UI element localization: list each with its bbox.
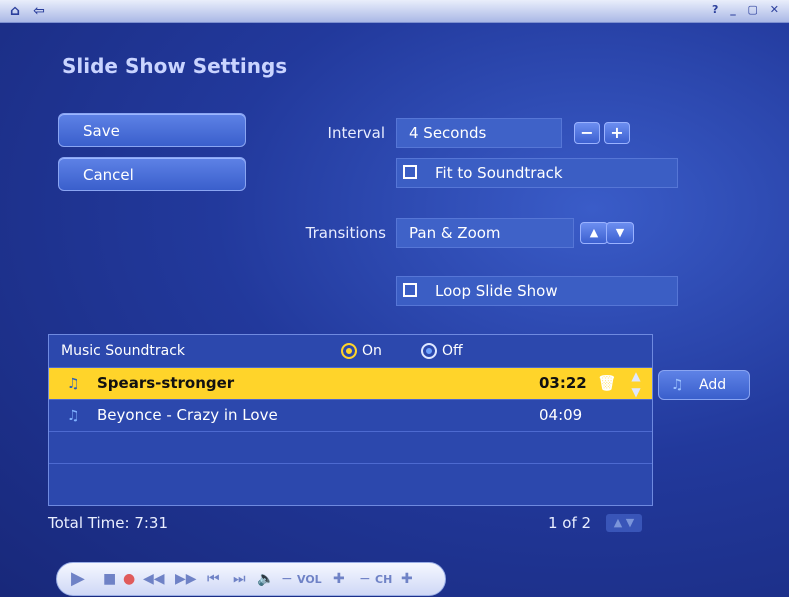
- channel-label: CH: [375, 573, 393, 586]
- music-note-icon: ♫: [671, 377, 684, 393]
- fit-to-soundtrack-checkbox[interactable]: [403, 165, 417, 179]
- home-icon[interactable]: ⌂: [4, 2, 26, 20]
- window-controls[interactable]: ? _ ▢ ✕: [712, 3, 783, 16]
- track-duration: 04:09: [539, 406, 583, 424]
- stop-icon[interactable]: ■: [103, 571, 116, 587]
- page-down-icon[interactable]: ▼: [626, 516, 634, 529]
- track-row[interactable]: ♫ Spears-stronger 03:22 🗑: [49, 367, 652, 399]
- transport-bar: ▶ ■ ● ◀◀ ▶▶ ⏮ ⏭ 🔈 − VOL ✚ − CH ✚: [56, 562, 446, 596]
- next-icon[interactable]: ⏭: [233, 571, 246, 587]
- music-soundtrack-heading: Music Soundtrack: [61, 343, 185, 359]
- fast-forward-icon[interactable]: ▶▶: [175, 571, 197, 587]
- off-radio[interactable]: [421, 343, 437, 359]
- music-note-icon: ♫: [67, 376, 80, 392]
- empty-row: [49, 463, 652, 505]
- track-name: Spears-stronger: [97, 374, 235, 392]
- fit-to-soundtrack-label: Fit to Soundtrack: [435, 164, 563, 182]
- channel-down-icon[interactable]: −: [359, 571, 371, 587]
- add-track-button[interactable]: ♫ Add: [658, 370, 750, 400]
- channel-up-icon[interactable]: ✚: [401, 571, 413, 587]
- track-name: Beyonce - Crazy in Love: [97, 406, 278, 424]
- interval-increase-button[interactable]: +: [604, 122, 630, 144]
- move-down-icon[interactable]: ▼: [628, 384, 644, 400]
- music-note-icon: ♫: [67, 408, 80, 424]
- on-label: On: [362, 343, 382, 359]
- mute-icon[interactable]: 🔈: [257, 571, 274, 587]
- title-bar: ⌂ ⇦ ? _ ▢ ✕: [0, 0, 789, 23]
- volume-down-icon[interactable]: −: [281, 571, 293, 587]
- trash-icon[interactable]: 🗑: [597, 368, 617, 398]
- interval-label: Interval: [327, 124, 385, 142]
- track-duration: 03:22: [539, 374, 587, 392]
- transitions-label: Transitions: [305, 224, 386, 242]
- previous-icon[interactable]: ⏮: [207, 571, 220, 587]
- move-up-icon[interactable]: ▲: [628, 368, 644, 384]
- cancel-button[interactable]: Cancel: [58, 157, 246, 191]
- volume-label: VOL: [297, 573, 322, 586]
- total-time: Total Time: 7:31: [48, 514, 169, 532]
- music-soundtrack-header: Music Soundtrack On Off: [49, 335, 652, 367]
- record-icon[interactable]: ●: [123, 571, 135, 587]
- volume-up-icon[interactable]: ✚: [333, 571, 345, 587]
- loop-slide-show-checkbox[interactable]: [403, 283, 417, 297]
- page-indicator: 1 of 2: [548, 514, 592, 532]
- off-label: Off: [442, 343, 463, 359]
- rewind-icon[interactable]: ◀◀: [143, 571, 165, 587]
- page-up-icon[interactable]: ▲: [614, 516, 622, 529]
- interval-decrease-button[interactable]: −: [574, 122, 600, 144]
- on-radio[interactable]: [341, 343, 357, 359]
- add-label: Add: [699, 377, 727, 393]
- save-button[interactable]: Save: [58, 113, 246, 147]
- transitions-up-button[interactable]: ▲: [580, 222, 608, 244]
- back-arrow-icon[interactable]: ⇦: [28, 2, 50, 20]
- loop-slide-show-toggle[interactable]: Loop Slide Show: [396, 276, 678, 306]
- music-soundtrack-panel: Music Soundtrack On Off ♫ Spears-stronge…: [48, 334, 653, 506]
- fit-to-soundtrack-toggle[interactable]: Fit to Soundtrack: [396, 158, 678, 188]
- interval-field[interactable]: 4 Seconds: [396, 118, 562, 148]
- empty-row: [49, 431, 652, 463]
- play-icon[interactable]: ▶: [71, 568, 85, 589]
- transitions-field[interactable]: Pan & Zoom: [396, 218, 574, 248]
- track-row[interactable]: ♫ Beyonce - Crazy in Love 04:09: [49, 399, 652, 431]
- transitions-down-button[interactable]: ▼: [606, 222, 634, 244]
- page-nav-arrows[interactable]: ▲ ▼: [606, 514, 642, 532]
- page-title: Slide Show Settings: [62, 54, 288, 78]
- reorder-arrows[interactable]: ▲ ▼: [628, 368, 644, 400]
- loop-slide-show-label: Loop Slide Show: [435, 282, 558, 300]
